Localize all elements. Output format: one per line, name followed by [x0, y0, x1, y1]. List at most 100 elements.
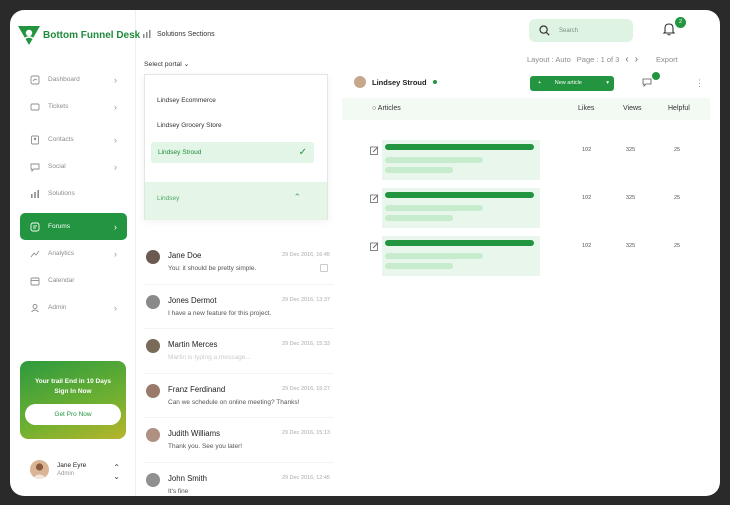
- user-profile[interactable]: Jane Eyre Admin ⌃ ⌄: [30, 460, 120, 481]
- column-helpful[interactable]: Helpful: [668, 105, 690, 112]
- sidebar-item-admin[interactable]: Admin ›: [20, 294, 127, 321]
- chevron-right-icon: ›: [114, 134, 117, 145]
- avatar: [146, 250, 160, 264]
- bell-icon[interactable]: [662, 22, 676, 36]
- conversation-time: 29 Dec 2016, 15:13: [281, 430, 330, 436]
- select-checkbox[interactable]: [320, 264, 328, 272]
- more-options-icon[interactable]: ⋮: [695, 78, 704, 89]
- portal-option-selected[interactable]: Lindsey Stroud ✓: [151, 142, 314, 163]
- check-icon: ✓: [298, 147, 307, 158]
- brand-logo[interactable]: Bottom Funnel Desk: [18, 24, 140, 46]
- sidebar-item-contacts[interactable]: Contacts ›: [20, 126, 127, 153]
- sidebar-item-dashboard[interactable]: Dashboard ›: [20, 66, 127, 93]
- column-views[interactable]: Views: [623, 105, 642, 112]
- conversation-name: Judith Williams: [168, 429, 220, 438]
- subtitle-bar: [385, 167, 453, 173]
- likes-value: 102: [582, 195, 592, 201]
- sidebar-item-solutions[interactable]: Solutions: [20, 180, 127, 207]
- conversation-item[interactable]: Jane Doe 29 Dec 2016, 16:45 You: it should…: [144, 240, 334, 285]
- forums-icon: [30, 222, 40, 232]
- owner-avatar: [354, 76, 366, 88]
- breadcrumb: Solutions Sections: [143, 30, 215, 38]
- likes-value: 102: [582, 147, 592, 153]
- conversation-item[interactable]: John Smith 29 Dec 2016, 12:45 It's fine: [144, 463, 334, 497]
- chevron-up-icon[interactable]: ⌃: [293, 192, 301, 203]
- avatar: [146, 339, 160, 353]
- helpful-value: 25: [674, 147, 681, 153]
- subtitle-bar: [385, 157, 483, 163]
- conversation-message: You: it should be pretty simple.: [168, 265, 257, 272]
- articles-table-header: ○ Articles Likes Views Helpful: [342, 98, 710, 120]
- get-pro-button[interactable]: Get Pro Now: [25, 404, 121, 425]
- conversation-message: Thank you. See you later!: [168, 443, 243, 450]
- prev-page-icon[interactable]: ‹: [625, 54, 628, 65]
- article-row[interactable]: 102 325 25: [342, 188, 710, 236]
- conversation-message: I have a new feature for this project.: [168, 309, 272, 317]
- conversation-item[interactable]: Franz Ferdinand 29 Dec 2016, 15:27 Can we …: [144, 374, 334, 418]
- trial-promo-card: Your trail End in 10 Days Sign In Now Ge…: [20, 361, 126, 439]
- views-value: 325: [626, 243, 636, 249]
- column-articles[interactable]: ○ Articles: [372, 105, 401, 112]
- article-row[interactable]: 102 325 25: [342, 140, 710, 188]
- conversation-time: 29 Dec 2016, 16:45: [281, 252, 330, 258]
- sidebar-item-analytics[interactable]: Analytics ›: [20, 240, 127, 267]
- select-portal-dropdown[interactable]: Select portal ⌄: [144, 60, 189, 68]
- social-icon: [30, 162, 40, 172]
- solutions-icon: [30, 189, 40, 199]
- conversation-name: Martin Merces: [168, 340, 218, 349]
- logo-icon: [18, 26, 40, 45]
- avatar: [146, 383, 160, 398]
- brand-name: Bottom Funnel Desk: [43, 29, 141, 41]
- chevron-right-icon: ›: [114, 101, 117, 112]
- sidebar-item-label: Solutions: [48, 190, 75, 197]
- user-role: Admin: [57, 471, 75, 477]
- conversation-item[interactable]: Jones Dermot 29 Dec 2016, 13:37 I have a n…: [144, 285, 334, 329]
- edit-article-icon[interactable]: [370, 146, 379, 155]
- sidebar-item-calendar[interactable]: Calendar: [20, 267, 127, 294]
- trial-promo-line1: Your trail End in 10 Days: [34, 378, 112, 385]
- search-input[interactable]: Search: [529, 19, 633, 42]
- plus-icon: +: [538, 80, 542, 86]
- portal-selected-label: Lindsey Stroud: [158, 149, 202, 156]
- column-likes[interactable]: Likes: [578, 105, 594, 112]
- conversation-message: Can we schedule on online meeting? Thank…: [168, 398, 300, 406]
- sidebar-item-label: Forums: [48, 223, 71, 230]
- export-button[interactable]: Export: [656, 55, 678, 64]
- solutions-icon: [143, 30, 151, 38]
- new-article-button[interactable]: + New article ▾: [530, 76, 614, 91]
- layout-selector[interactable]: Layout : Auto: [527, 55, 571, 64]
- sidebar-item-tickets[interactable]: Tickets ›: [20, 93, 127, 120]
- helpful-value: 25: [674, 243, 681, 249]
- portal-option[interactable]: Lindsey Grocery Store: [157, 122, 222, 129]
- portal-option[interactable]: Lindsey Ecommerce: [157, 97, 216, 104]
- sidebar-item-forums[interactable]: Forums ›: [20, 213, 127, 240]
- next-page-icon[interactable]: ›: [635, 54, 638, 65]
- chat-badge: [652, 72, 660, 80]
- online-status-dot: [432, 80, 437, 84]
- search-placeholder: Search: [559, 27, 579, 34]
- conversation-time: 29 Dec 2016, 12:45: [281, 474, 330, 481]
- edit-article-icon[interactable]: [370, 194, 379, 203]
- sidebar-item-label: Tickets: [48, 103, 69, 110]
- sidebar-item-label: Admin: [48, 304, 67, 311]
- conversation-time: 29 Dec 2016, 15:33: [281, 341, 330, 347]
- sidebar-item-social[interactable]: Social ›: [20, 153, 127, 180]
- conversation-panel: Select portal ⌄ Lindsey Ecommerce Lindse…: [136, 58, 334, 496]
- chevron-down-icon[interactable]: ▾: [606, 76, 609, 91]
- avatar: [146, 428, 160, 442]
- conversation-item[interactable]: Martin Merces 29 Dec 2016, 15:33 Martin is…: [144, 329, 334, 374]
- ticket-icon: [30, 102, 40, 112]
- user-switch-icon[interactable]: ⌃ ⌄: [113, 463, 120, 481]
- article-row[interactable]: 102 325 25: [342, 236, 710, 284]
- sidebar-item-label: Contacts: [48, 136, 74, 143]
- views-value: 325: [626, 147, 636, 153]
- owner-name: Lindsey Stroud: [372, 77, 427, 87]
- contacts-icon: [30, 135, 40, 145]
- chart-icon: [30, 75, 40, 85]
- admin-icon: [30, 303, 40, 313]
- portal-search-field[interactable]: Lindsey ⌃: [145, 182, 327, 220]
- edit-article-icon[interactable]: [370, 242, 379, 251]
- conversation-item[interactable]: Judith Williams 29 Dec 2016, 15:13 Thank y…: [144, 418, 334, 463]
- sidebar: Bottom Funnel Desk Dashboard › Tickets › Con…: [10, 10, 140, 496]
- chat-icon[interactable]: [642, 78, 652, 87]
